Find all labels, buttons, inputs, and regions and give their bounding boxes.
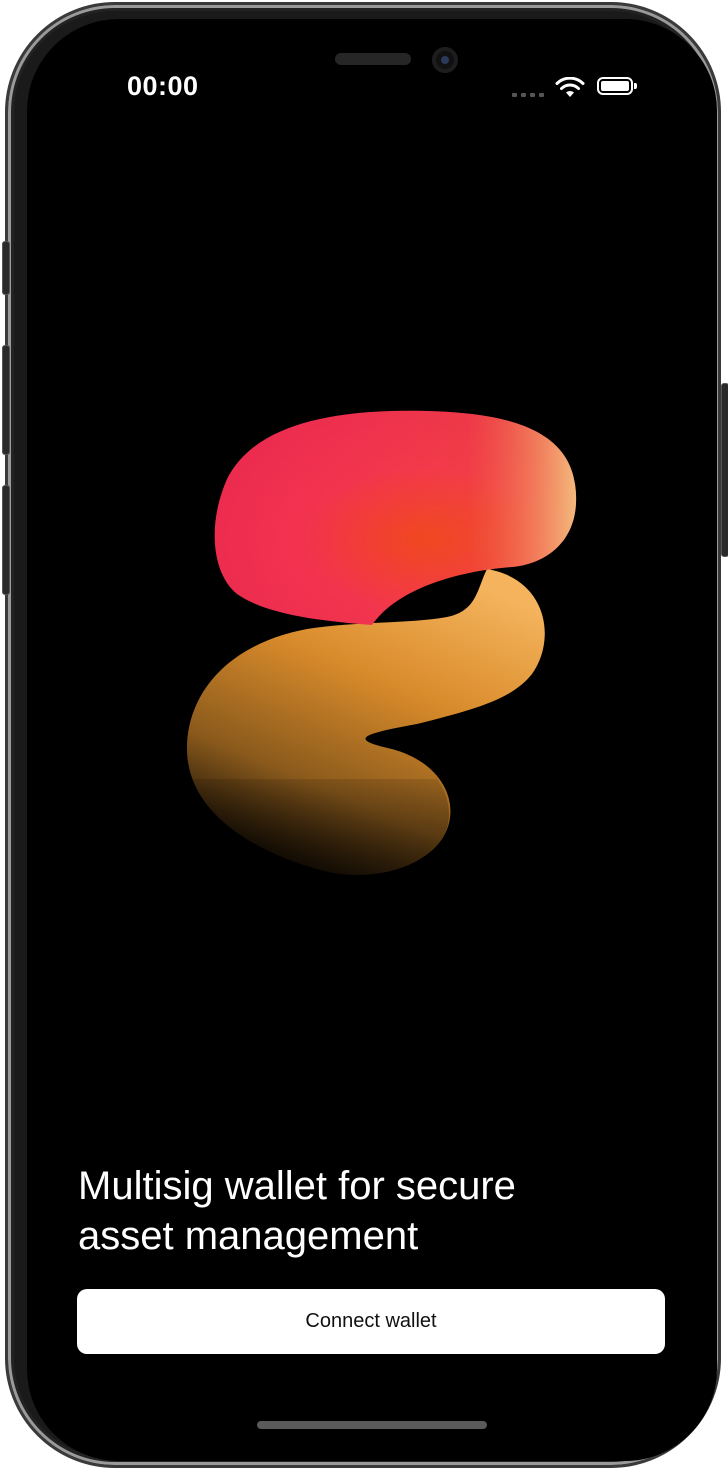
front-camera [432,47,458,73]
status-time: 00:00 [127,71,199,101]
mute-switch [2,241,10,295]
volume-up-button [2,345,10,455]
earpiece-speaker [335,53,411,65]
volume-down-button [2,485,10,595]
onboarding-headline: Multisig wallet for secure asset managem… [78,1164,516,1258]
cellular-signal-icon [512,93,544,97]
app-screen: 00:00 Multisig wallet for secure asset m… [27,19,717,1461]
brand-logo-icon [187,410,577,875]
wifi-icon [555,77,585,97]
power-button [721,383,728,557]
home-indicator[interactable] [257,1421,487,1429]
battery-icon [597,77,637,95]
connect-wallet-button[interactable]: Connect wallet [77,1289,665,1354]
device-frame: 00:00 Multisig wallet for secure asset m… [2,2,728,1468]
